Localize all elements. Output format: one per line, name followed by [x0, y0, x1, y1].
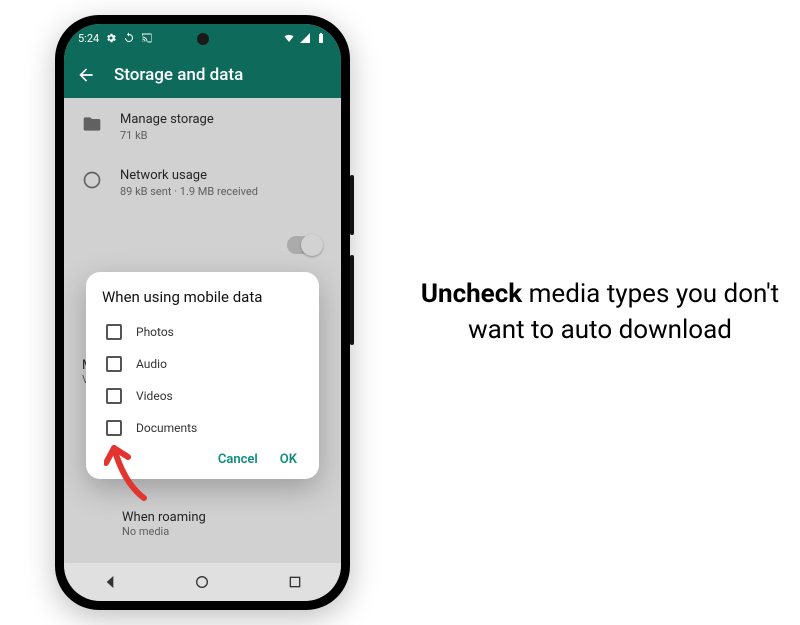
wifi-icon [283, 32, 295, 44]
battery-icon [315, 32, 327, 44]
nav-back-icon[interactable] [102, 574, 118, 590]
option-label: Videos [136, 389, 173, 403]
option-label: Documents [136, 421, 197, 435]
signal-icon [299, 32, 311, 44]
row-when-roaming[interactable]: When roaming No media [122, 510, 206, 538]
row-subtitle: No media [122, 525, 206, 538]
checkbox-icon[interactable] [106, 356, 122, 372]
folder-icon [82, 114, 102, 134]
back-icon[interactable] [76, 65, 96, 85]
gear-icon [105, 32, 117, 44]
nav-home-icon[interactable] [194, 574, 210, 590]
checkbox-icon[interactable] [106, 388, 122, 404]
row-network-usage[interactable]: Network usage 89 kB sent · 1.9 MB receiv… [64, 154, 341, 210]
option-videos[interactable]: Videos [102, 380, 303, 412]
option-audio[interactable]: Audio [102, 348, 303, 380]
sync-icon [123, 32, 135, 44]
caption-bold: Uncheck [421, 279, 522, 309]
row-subtitle: 71 kB [120, 129, 214, 142]
data-usage-icon [82, 170, 102, 190]
row-subtitle: 89 kB sent · 1.9 MB received [120, 185, 258, 198]
status-bar: 5:24 [64, 24, 341, 52]
mobile-data-dialog: When using mobile data Photos Audio Vide… [86, 272, 319, 479]
checkbox-icon[interactable] [106, 324, 122, 340]
option-documents[interactable]: Documents [102, 412, 303, 444]
power-button [350, 255, 354, 345]
phone-frame: 5:24 Storage and data [55, 15, 350, 610]
row-title: Manage storage [120, 112, 214, 127]
status-time: 5:24 [78, 32, 99, 45]
row-title: Network usage [120, 168, 258, 183]
checkbox-icon[interactable] [106, 420, 122, 436]
instruction-caption: Uncheck media types you don't want to au… [420, 277, 780, 347]
option-label: Audio [136, 357, 167, 371]
nav-recent-icon[interactable] [287, 574, 303, 590]
ok-button[interactable]: OK [280, 452, 297, 467]
cast-icon [141, 32, 153, 44]
header-title: Storage and data [114, 65, 243, 85]
dialog-title: When using mobile data [102, 288, 303, 306]
android-nav-bar [64, 563, 341, 601]
option-photos[interactable]: Photos [102, 316, 303, 348]
row-title: When roaming [122, 510, 206, 525]
option-label: Photos [136, 325, 174, 339]
volume-button [350, 175, 354, 235]
settings-content: Manage storage 71 kB Network usage 89 kB… [64, 98, 341, 563]
row-manage-storage[interactable]: Manage storage 71 kB [64, 98, 341, 154]
cancel-button[interactable]: Cancel [218, 452, 258, 467]
toggle-switch[interactable] [287, 236, 321, 254]
app-header: Storage and data [64, 52, 341, 98]
phone-screen: 5:24 Storage and data [64, 24, 341, 601]
